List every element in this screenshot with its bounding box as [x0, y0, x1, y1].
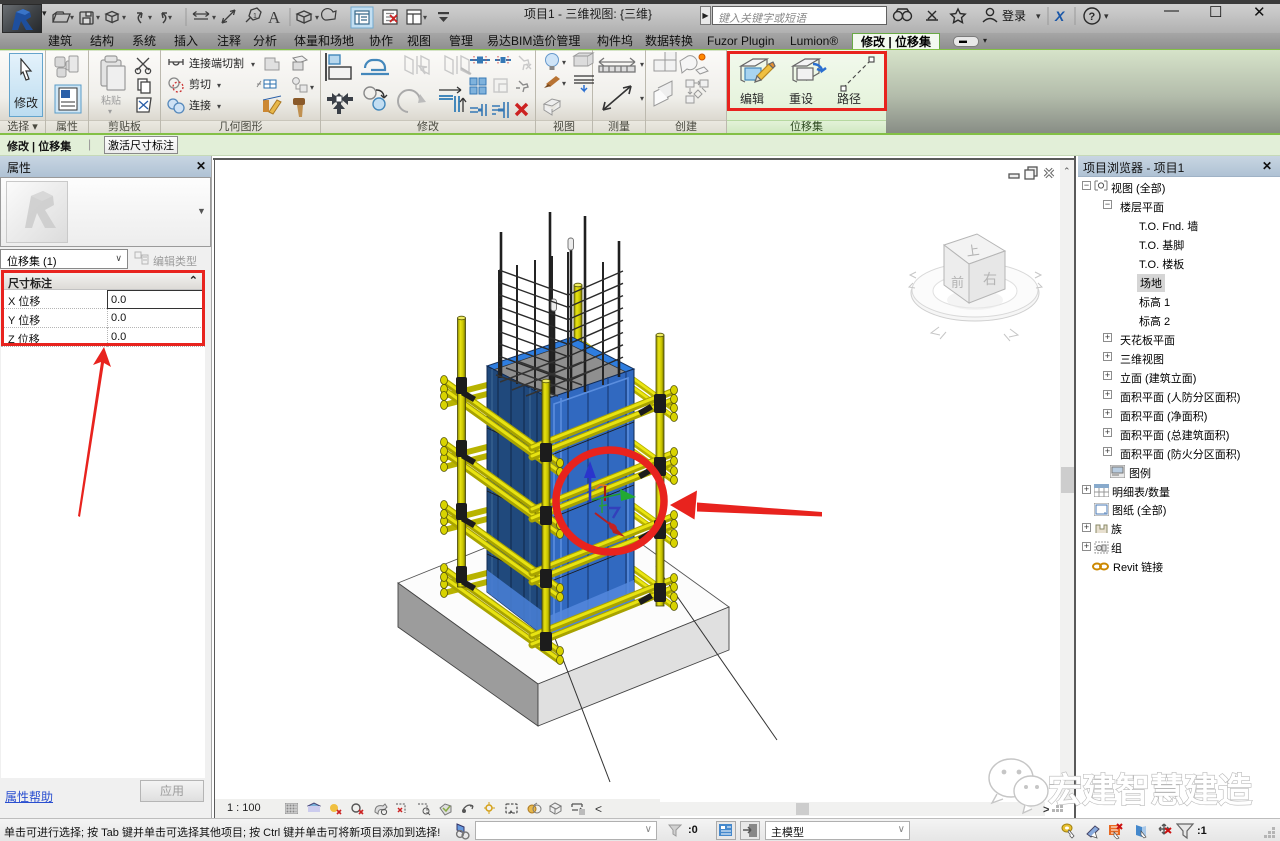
svg-text:▾: ▾	[640, 94, 644, 103]
svg-text:1: 1	[253, 13, 257, 20]
svg-text:▾: ▾	[562, 58, 566, 67]
svg-text:登录: 登录	[1002, 8, 1026, 23]
svg-text:▾: ▾	[1036, 11, 1041, 21]
svg-text:▾: ▾	[562, 79, 566, 88]
svg-text:▾: ▾	[122, 13, 126, 22]
svg-text:▾: ▾	[212, 13, 216, 22]
svg-text:▾: ▾	[96, 13, 100, 22]
svg-text:▾: ▾	[168, 13, 172, 22]
svg-text:▾: ▾	[70, 13, 74, 22]
svg-text:▾: ▾	[148, 13, 152, 22]
svg-text:右: 右	[983, 271, 997, 287]
svg-text:连接端切割: 连接端切割	[189, 56, 244, 70]
svg-text:▾: ▾	[108, 107, 112, 116]
svg-text:前: 前	[951, 275, 964, 290]
svg-text:剪切: 剪切	[189, 77, 211, 91]
svg-text:▾: ▾	[217, 102, 221, 111]
svg-text:宏建智慧建造: 宏建智慧建造	[1048, 771, 1252, 810]
svg-text:?: ?	[1089, 11, 1096, 23]
svg-text:▾: ▾	[217, 81, 221, 90]
svg-text:连接: 连接	[189, 99, 211, 112]
svg-text:▾: ▾	[310, 83, 314, 92]
svg-text:A: A	[268, 8, 281, 27]
svg-text:▾: ▾	[423, 13, 427, 22]
svg-text:粘贴: 粘贴	[101, 94, 121, 107]
svg-text:▾: ▾	[640, 60, 644, 69]
svg-text:X: X	[1054, 8, 1066, 24]
svg-text:▾: ▾	[251, 60, 255, 69]
svg-text:<: <	[595, 802, 602, 816]
svg-text:上: 上	[965, 242, 980, 259]
svg-text:▾: ▾	[315, 13, 319, 22]
svg-text:▾: ▾	[1104, 11, 1109, 21]
